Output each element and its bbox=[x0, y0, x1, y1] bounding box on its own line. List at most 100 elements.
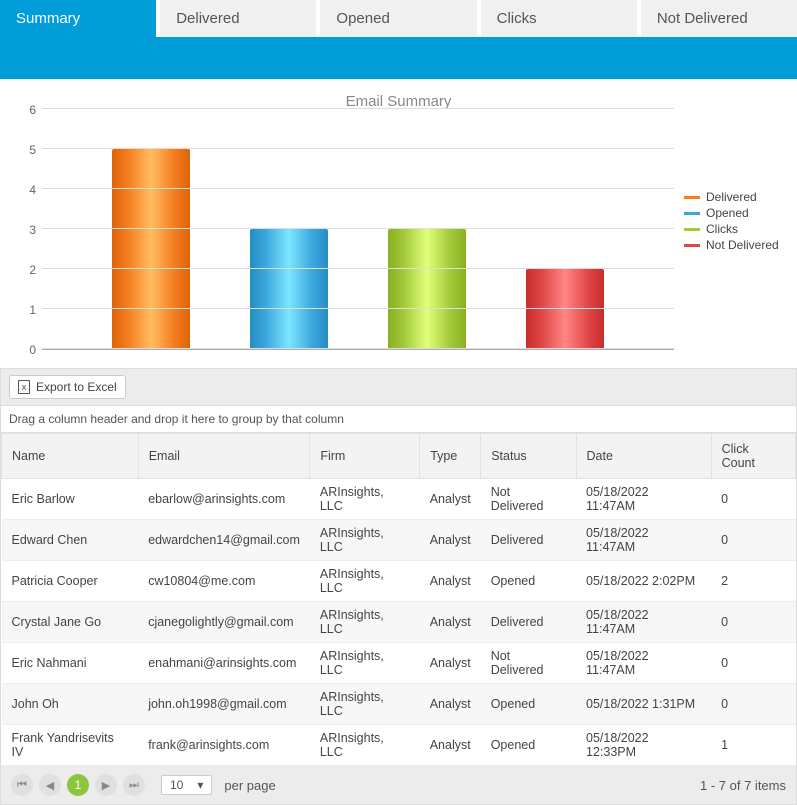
table-row[interactable]: Crystal Jane Gocjanegolightly@gmail.comA… bbox=[2, 602, 796, 643]
cell-firm: ARInsights, LLC bbox=[310, 643, 420, 684]
cell-firm: ARInsights, LLC bbox=[310, 725, 420, 766]
bar-opened[interactable] bbox=[250, 229, 328, 349]
bar-delivered[interactable] bbox=[112, 149, 190, 349]
chevron-down-icon: ▾ bbox=[197, 778, 203, 792]
table-row[interactable]: Eric Nahmanienahmani@arinsights.comARIns… bbox=[2, 643, 796, 684]
results-table: NameEmailFirmTypeStatusDateClick Count E… bbox=[1, 433, 796, 766]
pager-next-button[interactable]: ▶ bbox=[95, 774, 117, 796]
export-excel-button[interactable]: x Export to Excel bbox=[9, 375, 126, 399]
legend-label: Clicks bbox=[706, 222, 738, 236]
cell-status: Delivered bbox=[481, 602, 576, 643]
cell-name: Frank Yandrisevits IV bbox=[2, 725, 139, 766]
table-row[interactable]: Frank Yandrisevits IVfrank@arinsights.co… bbox=[2, 725, 796, 766]
y-tick-label: 3 bbox=[29, 223, 36, 237]
cell-email: john.oh1998@gmail.com bbox=[138, 684, 310, 725]
cell-date: 05/18/2022 2:02PM bbox=[576, 561, 711, 602]
legend-swatch bbox=[684, 196, 700, 199]
col-header-date[interactable]: Date bbox=[576, 434, 711, 479]
legend-item-clicks[interactable]: Clicks bbox=[684, 222, 779, 236]
bar-not-delivered[interactable] bbox=[526, 269, 604, 349]
cell-status: Not Delivered bbox=[481, 643, 576, 684]
cell-type: Analyst bbox=[420, 643, 481, 684]
cell-click_count: 0 bbox=[711, 602, 795, 643]
table-row[interactable]: Edward Chenedwardchen14@gmail.comARInsig… bbox=[2, 520, 796, 561]
data-grid: x Export to Excel Drag a column header a… bbox=[0, 368, 797, 805]
y-tick-label: 1 bbox=[29, 303, 36, 317]
table-row[interactable]: Eric Barlowebarlow@arinsights.comARInsig… bbox=[2, 479, 796, 520]
header-bar bbox=[0, 37, 797, 79]
tab-strip: SummaryDeliveredOpenedClicksNot Delivere… bbox=[0, 0, 797, 37]
tab-delivered[interactable]: Delivered bbox=[160, 0, 316, 37]
legend-swatch bbox=[684, 212, 700, 215]
col-header-click-count[interactable]: Click Count bbox=[711, 434, 795, 479]
col-header-name[interactable]: Name bbox=[2, 434, 139, 479]
tab-not-delivered[interactable]: Not Delivered bbox=[641, 0, 797, 37]
cell-type: Analyst bbox=[420, 561, 481, 602]
group-drop-area[interactable]: Drag a column header and drop it here to… bbox=[1, 405, 796, 433]
legend-label: Not Delivered bbox=[706, 238, 779, 252]
export-label: Export to Excel bbox=[36, 380, 117, 394]
cell-email: enahmani@arinsights.com bbox=[138, 643, 310, 684]
grid-line bbox=[42, 148, 674, 149]
cell-click_count: 0 bbox=[711, 643, 795, 684]
grid-toolbar: x Export to Excel bbox=[1, 369, 796, 405]
col-header-status[interactable]: Status bbox=[481, 434, 576, 479]
cell-status: Opened bbox=[481, 561, 576, 602]
cell-date: 05/18/2022 11:47AM bbox=[576, 643, 711, 684]
grid-line bbox=[42, 108, 674, 109]
tab-opened[interactable]: Opened bbox=[320, 0, 476, 37]
legend-label: Delivered bbox=[706, 190, 757, 204]
y-tick-label: 2 bbox=[29, 263, 36, 277]
pager-last-button[interactable]: ⏭ bbox=[123, 774, 145, 796]
plot-area bbox=[42, 110, 674, 350]
col-header-email[interactable]: Email bbox=[138, 434, 310, 479]
grid-line bbox=[42, 348, 674, 349]
bar-clicks[interactable] bbox=[388, 229, 466, 349]
cell-status: Opened bbox=[481, 725, 576, 766]
cell-date: 05/18/2022 11:47AM bbox=[576, 520, 711, 561]
pager-first-button[interactable]: ⏮ bbox=[11, 774, 33, 796]
cell-type: Analyst bbox=[420, 725, 481, 766]
pager-current-page: 1 bbox=[67, 774, 89, 796]
grid-line bbox=[42, 188, 674, 189]
y-tick-label: 4 bbox=[29, 183, 36, 197]
grid-line bbox=[42, 228, 674, 229]
col-header-type[interactable]: Type bbox=[420, 434, 481, 479]
pager: ⏮ ◀ 1 ▶ ⏭ 10 ▾ per page 1 - 7 of 7 items bbox=[1, 766, 796, 804]
pager-summary: 1 - 7 of 7 items bbox=[700, 778, 786, 793]
tab-summary[interactable]: Summary bbox=[0, 0, 156, 37]
page-size-select[interactable]: 10 ▾ bbox=[161, 775, 212, 795]
page-size-value: 10 bbox=[170, 778, 183, 792]
cell-date: 05/18/2022 11:47AM bbox=[576, 602, 711, 643]
cell-date: 05/18/2022 11:47AM bbox=[576, 479, 711, 520]
cell-email: cw10804@me.com bbox=[138, 561, 310, 602]
cell-firm: ARInsights, LLC bbox=[310, 520, 420, 561]
cell-click_count: 0 bbox=[711, 479, 795, 520]
cell-name: Eric Nahmani bbox=[2, 643, 139, 684]
cell-firm: ARInsights, LLC bbox=[310, 561, 420, 602]
y-tick-label: 6 bbox=[29, 103, 36, 117]
tab-clicks[interactable]: Clicks bbox=[481, 0, 637, 37]
table-row[interactable]: Patricia Coopercw10804@me.comARInsights,… bbox=[2, 561, 796, 602]
cell-type: Analyst bbox=[420, 479, 481, 520]
cell-email: ebarlow@arinsights.com bbox=[138, 479, 310, 520]
excel-icon: x bbox=[18, 380, 30, 394]
legend-item-not-delivered[interactable]: Not Delivered bbox=[684, 238, 779, 252]
pager-prev-button[interactable]: ◀ bbox=[39, 774, 61, 796]
legend-item-opened[interactable]: Opened bbox=[684, 206, 779, 220]
legend-item-delivered[interactable]: Delivered bbox=[684, 190, 779, 204]
legend-swatch bbox=[684, 228, 700, 231]
cell-email: edwardchen14@gmail.com bbox=[138, 520, 310, 561]
cell-email: frank@arinsights.com bbox=[138, 725, 310, 766]
cell-name: Patricia Cooper bbox=[2, 561, 139, 602]
cell-date: 05/18/2022 1:31PM bbox=[576, 684, 711, 725]
legend-swatch bbox=[684, 244, 700, 247]
per-page-label: per page bbox=[224, 778, 275, 793]
cell-click_count: 0 bbox=[711, 684, 795, 725]
cell-status: Not Delivered bbox=[481, 479, 576, 520]
table-row[interactable]: John Ohjohn.oh1998@gmail.comARInsights, … bbox=[2, 684, 796, 725]
y-tick-label: 5 bbox=[29, 143, 36, 157]
cell-name: Eric Barlow bbox=[2, 479, 139, 520]
cell-type: Analyst bbox=[420, 684, 481, 725]
col-header-firm[interactable]: Firm bbox=[310, 434, 420, 479]
